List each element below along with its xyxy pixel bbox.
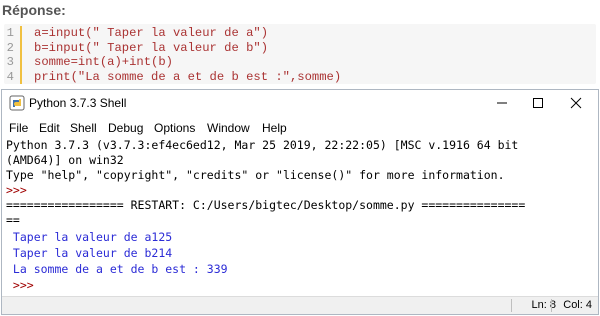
close-button[interactable] <box>558 90 594 116</box>
shell-prompt: >>> <box>6 278 41 292</box>
line-marker <box>20 40 22 55</box>
minimize-button[interactable] <box>484 90 520 116</box>
shell-line: ================= RESTART: C:/Users/bigt… <box>6 198 526 212</box>
shell-output-line: La somme de a et de b est : 339 <box>6 262 228 276</box>
menu-options[interactable]: Options <box>154 118 195 138</box>
menu-help[interactable]: Help <box>262 118 287 138</box>
shell-line: Python 3.7.3 (v3.7.3:ef4ec6ed12, Mar 25 … <box>6 138 519 152</box>
shell-line: == <box>6 213 20 227</box>
maximize-button[interactable] <box>520 90 556 116</box>
code-text: print("La somme de a et de b est :",somm… <box>34 69 342 84</box>
line-marker <box>20 69 22 84</box>
window-title: Python 3.7.3 Shell <box>29 96 127 110</box>
menu-edit[interactable]: Edit <box>39 118 60 138</box>
shell-output-line: Taper la valeur de b214 <box>6 246 173 260</box>
line-marker <box>20 55 22 70</box>
code-block: 1 a=input(" Taper la valeur de a") 2 b=i… <box>4 24 596 84</box>
python-icon <box>9 95 25 111</box>
line-number: 4 <box>6 69 14 84</box>
title-bar[interactable]: Python 3.7.3 Shell <box>2 90 598 116</box>
status-separator <box>511 299 512 312</box>
line-number: 3 <box>6 55 14 69</box>
shell-line: Type "help", "copyright", "credits" or "… <box>6 168 505 182</box>
line-number: 1 <box>6 26 14 40</box>
menu-window[interactable]: Window <box>207 118 250 138</box>
line-number: 2 <box>6 40 14 55</box>
shell-output[interactable]: Python 3.7.3 (v3.7.3:ef4ec6ed12, Mar 25 … <box>6 138 594 294</box>
status-line: Ln: 8 <box>531 299 556 311</box>
shell-output-line: Taper la valeur de a125 <box>6 230 173 244</box>
code-text: b=input(" Taper la valeur de b") <box>34 40 269 55</box>
menu-bar: File Edit Shell Debug Options Window Hel… <box>2 118 598 138</box>
code-text: a=input(" Taper la valeur de a") <box>34 26 269 40</box>
answer-heading: Réponse: <box>2 2 66 18</box>
menu-shell[interactable]: Shell <box>70 118 97 138</box>
shell-prompt: >>> <box>6 183 34 197</box>
python-shell-window: Python 3.7.3 Shell File Edit Shell Debug… <box>1 89 599 315</box>
code-text: somme=int(a)+int(b) <box>34 55 173 69</box>
menu-file[interactable]: File <box>9 118 28 138</box>
shell-line: (AMD64)] on win32 <box>6 153 124 167</box>
status-column: Col: 4 <box>563 299 592 311</box>
menu-debug[interactable]: Debug <box>108 118 143 138</box>
status-bar: Ln: 8 Col: 4 <box>2 296 598 314</box>
status-separator <box>551 299 552 312</box>
line-marker <box>20 26 22 41</box>
